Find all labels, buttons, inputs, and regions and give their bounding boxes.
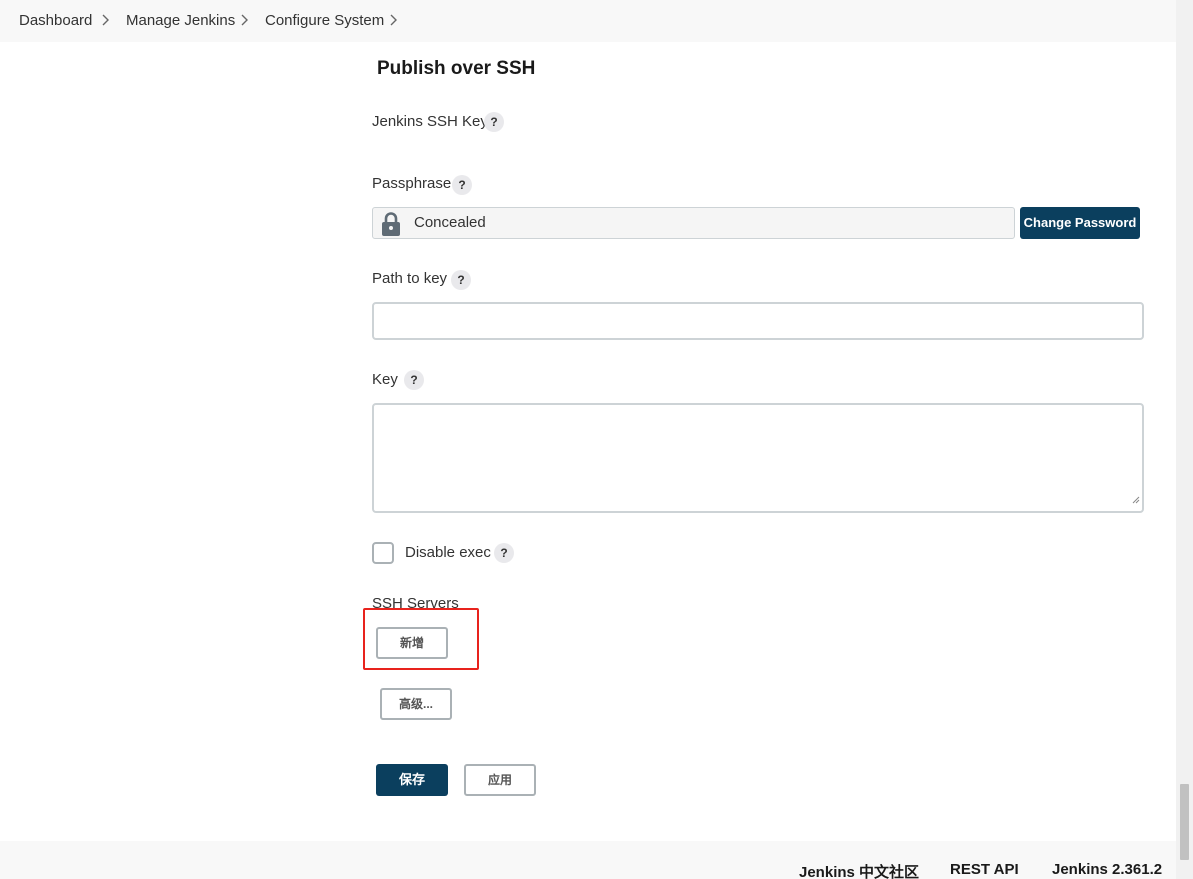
disable-exec-label[interactable]: Disable exec [405, 544, 491, 561]
help-icon[interactable]: ? [494, 543, 514, 563]
advanced-button[interactable]: 高级... [380, 688, 452, 720]
help-icon[interactable]: ? [404, 370, 424, 390]
section-title: Publish over SSH [377, 58, 536, 79]
save-button[interactable]: 保存 [376, 764, 448, 796]
footer-community-link[interactable]: Jenkins 中文社区 [799, 861, 919, 879]
help-icon[interactable]: ? [451, 270, 471, 290]
scrollbar-thumb[interactable] [1180, 784, 1189, 860]
breadcrumb-manage-jenkins[interactable]: Manage Jenkins [126, 12, 235, 29]
passphrase-label: Passphrase [372, 175, 452, 192]
key-label: Key [372, 371, 398, 388]
path-to-key-input[interactable] [372, 302, 1144, 340]
key-textarea[interactable] [372, 403, 1144, 513]
help-icon[interactable]: ? [452, 175, 472, 195]
breadcrumb-configure-system[interactable]: Configure System [265, 12, 384, 29]
highlight-box [363, 608, 479, 670]
scrollbar[interactable] [1176, 0, 1193, 879]
footer-rest-api-link[interactable]: REST API [950, 861, 1019, 878]
help-icon[interactable]: ? [484, 112, 504, 132]
breadcrumb-dashboard[interactable]: Dashboard [19, 12, 92, 29]
lock-icon [381, 211, 401, 242]
chevron-right-icon[interactable] [389, 13, 399, 27]
apply-button[interactable]: 应用 [464, 764, 536, 796]
resize-grip-icon[interactable] [1130, 491, 1140, 509]
change-password-button[interactable]: Change Password [1020, 207, 1140, 239]
passphrase-value: Concealed [414, 214, 486, 231]
footer-version-link[interactable]: Jenkins 2.361.2 [1052, 861, 1162, 878]
path-to-key-label: Path to key [372, 270, 448, 287]
disable-exec-checkbox[interactable] [372, 542, 394, 564]
ssh-key-label: Jenkins SSH Key [372, 113, 488, 130]
chevron-right-icon [240, 13, 250, 27]
footer: Jenkins 中文社区 REST API Jenkins 2.361.2 [0, 841, 1176, 879]
chevron-right-icon [101, 13, 111, 27]
passphrase-field: Concealed [372, 207, 1015, 239]
breadcrumb: Dashboard Manage Jenkins Configure Syste… [0, 0, 1176, 42]
